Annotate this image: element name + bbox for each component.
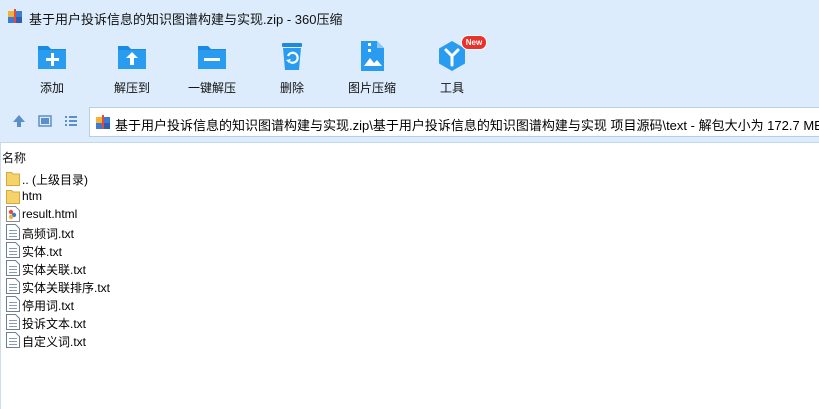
text-file-icon <box>6 260 20 276</box>
list-item[interactable]: 实体关联.txt <box>4 259 204 277</box>
folder-icon <box>6 190 20 204</box>
window-title: 基于用户投诉信息的知识图谱构建与实现.zip - 360压缩 <box>29 12 343 27</box>
file-name: 高频词.txt <box>22 227 75 241</box>
text-file-icon <box>6 242 20 258</box>
thumbnail-view-icon[interactable] <box>37 113 53 129</box>
list-item[interactable]: 高频词.txt <box>4 223 204 241</box>
file-name: .. (上级目录) <box>22 173 88 187</box>
add-label: 添加 <box>39 81 64 95</box>
file-name: 自定义词.txt <box>22 335 87 349</box>
text-file-icon <box>6 332 20 348</box>
main-toolbar: 添加 解压到 一键解压 删除 图片压缩 New 工具 <box>0 33 819 100</box>
extract-to-icon <box>118 46 146 69</box>
extract-to-button[interactable]: 解压到 <box>101 39 163 97</box>
column-header-name[interactable]: 名称 <box>2 149 26 166</box>
html-file-icon <box>6 206 20 222</box>
archive-app-icon <box>8 9 22 23</box>
title-bar: 基于用户投诉信息的知识图谱构建与实现.zip - 360压缩 <box>0 0 819 33</box>
list-item[interactable]: 自定义词.txt <box>4 331 204 349</box>
one-click-extract-button[interactable]: 一键解压 <box>181 39 243 97</box>
delete-button[interactable]: 删除 <box>261 39 323 97</box>
list-view-icon[interactable] <box>63 113 79 129</box>
list-item[interactable]: htm <box>4 187 204 205</box>
file-list: .. (上级目录) htm result.html 高频词.txt 实体.txt… <box>4 169 204 349</box>
up-arrow-icon[interactable] <box>11 113 27 129</box>
text-file-icon <box>6 314 20 330</box>
list-item[interactable]: 停用词.txt <box>4 295 204 313</box>
add-button[interactable]: 添加 <box>21 39 83 97</box>
add-icon <box>38 46 66 69</box>
list-item[interactable]: result.html <box>4 205 204 223</box>
text-file-icon <box>6 296 20 312</box>
tools-button[interactable]: New 工具 <box>421 35 487 97</box>
address-field[interactable]: 基于用户投诉信息的知识图谱构建与实现.zip\基于用户投诉信息的知识图谱构建与实… <box>89 107 819 137</box>
address-bar-row: 基于用户投诉信息的知识图谱构建与实现.zip\基于用户投诉信息的知识图谱构建与实… <box>0 100 819 143</box>
list-item[interactable]: 实体关联排序.txt <box>4 277 204 295</box>
delete-label: 删除 <box>279 81 304 95</box>
file-name: 停用词.txt <box>22 299 75 313</box>
list-item[interactable]: 投诉文本.txt <box>4 313 204 331</box>
file-list-pane: 名称 .. (上级目录) htm result.html 高频词.txt 实体.… <box>0 143 819 409</box>
zip-file-icon <box>96 115 110 129</box>
new-badge: New <box>461 35 487 50</box>
one-click-extract-label: 一键解压 <box>187 81 236 95</box>
file-name: result.html <box>22 207 78 221</box>
image-compress-label: 图片压缩 <box>347 81 396 95</box>
file-name: 实体.txt <box>22 245 63 259</box>
file-name: 实体关联.txt <box>22 263 87 277</box>
list-item[interactable]: .. (上级目录) <box>4 169 204 187</box>
file-name: htm <box>22 189 43 203</box>
file-name: 实体关联排序.txt <box>22 281 111 295</box>
address-path: 基于用户投诉信息的知识图谱构建与实现.zip\基于用户投诉信息的知识图谱构建与实… <box>115 118 819 133</box>
text-file-icon <box>6 278 20 294</box>
list-item[interactable]: 实体.txt <box>4 241 204 259</box>
recycle-delete-icon <box>282 43 302 70</box>
folder-icon <box>6 172 20 186</box>
image-compress-icon <box>361 41 384 71</box>
text-file-icon <box>6 224 20 240</box>
image-compress-button[interactable]: 图片压缩 <box>341 39 403 97</box>
tools-label: 工具 <box>439 81 464 95</box>
file-name: 投诉文本.txt <box>22 317 87 331</box>
extract-to-label: 解压到 <box>113 81 150 95</box>
one-click-extract-icon <box>198 46 226 69</box>
